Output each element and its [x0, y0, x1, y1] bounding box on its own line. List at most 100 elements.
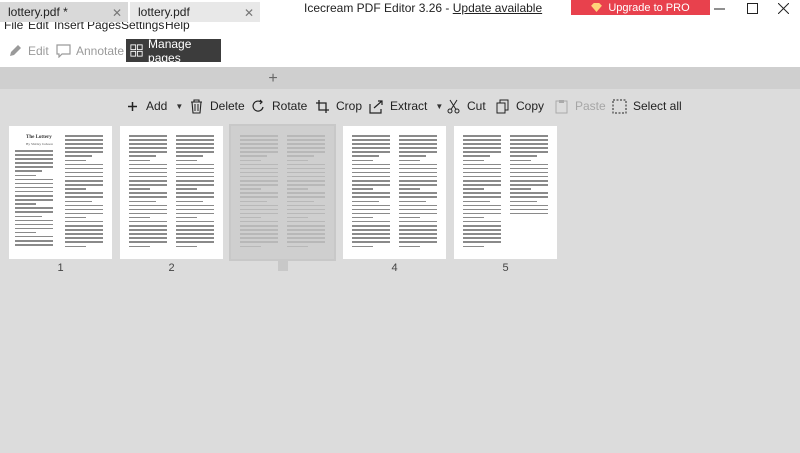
- text-line: [463, 229, 501, 231]
- text-line: [352, 188, 373, 190]
- text-line: [65, 151, 103, 153]
- cut-button[interactable]: Cut: [446, 97, 486, 115]
- scissors-icon: [447, 99, 460, 113]
- extract-button[interactable]: Extract ▼: [369, 97, 443, 115]
- rotate-button[interactable]: Rotate: [251, 97, 307, 115]
- text-line: [399, 237, 437, 239]
- text-line: [176, 188, 197, 190]
- text-line: [65, 245, 86, 248]
- text-line: [65, 184, 103, 186]
- tab-lottery[interactable]: lottery.pdf ✕: [130, 2, 260, 22]
- plus-icon: [128, 101, 137, 111]
- text-line: [176, 204, 214, 207]
- manage-pages-label: Manage pages: [148, 36, 192, 65]
- annotate-mode-button[interactable]: Annotate: [52, 39, 128, 62]
- paste-label: Paste: [575, 99, 606, 113]
- text-line: [399, 192, 437, 194]
- text-line: [287, 237, 325, 239]
- close-button[interactable]: [771, 0, 795, 16]
- page-thumbnail-1[interactable]: The Lottery By Shirley Jackson: [9, 126, 112, 259]
- page-thumbnail-3[interactable]: [229, 124, 336, 261]
- paste-button[interactable]: Paste: [554, 97, 606, 115]
- upgrade-to-pro-button[interactable]: Upgrade to PRO: [571, 0, 710, 15]
- page-thumbnail-2[interactable]: [120, 126, 223, 259]
- text-line: [15, 199, 53, 201]
- text-line: [129, 163, 167, 166]
- text-line: [352, 143, 390, 145]
- text-line: [352, 241, 390, 243]
- select-all-button[interactable]: Select all: [612, 97, 682, 115]
- text-line: [287, 196, 325, 198]
- add-button[interactable]: Add ▼: [125, 97, 183, 115]
- text-line: [463, 155, 490, 157]
- page-number: 2: [168, 262, 175, 274]
- text-line: [129, 147, 167, 149]
- text-line: [129, 171, 167, 174]
- text-line: [287, 151, 325, 153]
- text-line: [176, 241, 214, 243]
- maximize-button[interactable]: [740, 0, 764, 16]
- text-line: [15, 211, 53, 213]
- update-available-link[interactable]: Update available: [453, 1, 542, 15]
- text-line: [129, 204, 167, 207]
- text-line: [352, 208, 390, 211]
- text-line: [129, 184, 167, 186]
- close-tab-icon[interactable]: ✕: [244, 6, 254, 20]
- add-tab-button[interactable]: +: [262, 69, 284, 89]
- copy-button[interactable]: Copy: [495, 97, 544, 115]
- text-line: [65, 143, 103, 145]
- dropdown-caret-icon: ▼: [435, 101, 444, 111]
- edit-mode-button[interactable]: Edit: [4, 39, 53, 62]
- text-line: [15, 215, 42, 217]
- text-line: [15, 178, 53, 181]
- text-line: [352, 212, 390, 215]
- text-column: [65, 135, 103, 251]
- text-line: [129, 196, 167, 198]
- text-line: [463, 200, 490, 202]
- text-line: [463, 175, 501, 178]
- text-line: [510, 212, 548, 215]
- text-line: [352, 225, 390, 227]
- minimize-button[interactable]: [707, 0, 731, 16]
- title-separator: -: [442, 1, 453, 15]
- text-line: [287, 212, 325, 215]
- crop-button[interactable]: Crop: [315, 97, 362, 115]
- close-tab-icon[interactable]: ✕: [112, 6, 122, 20]
- text-line: [15, 231, 36, 234]
- text-line: [15, 162, 53, 164]
- text-line: [129, 192, 167, 194]
- text-line: [15, 150, 53, 152]
- annotate-mode-label: Annotate: [76, 43, 125, 58]
- grid-icon: [130, 44, 143, 57]
- text-line: [463, 167, 501, 170]
- page-thumbnail-5[interactable]: [454, 126, 557, 259]
- text-column: [463, 135, 501, 251]
- text-line: [129, 237, 167, 239]
- text-line: [399, 225, 437, 227]
- text-line: [176, 171, 214, 174]
- text-line: [129, 175, 167, 178]
- delete-button[interactable]: Delete: [189, 97, 245, 115]
- text-line: [463, 151, 501, 153]
- manage-pages-mode-button[interactable]: Manage pages: [126, 36, 221, 65]
- text-line: [399, 233, 437, 235]
- text-line: [463, 159, 484, 162]
- text-line: [240, 192, 278, 194]
- text-line: [176, 163, 214, 166]
- text-line: [65, 155, 92, 157]
- page-thumbnail-4[interactable]: [343, 126, 446, 259]
- text-line: [176, 147, 214, 149]
- text-column: [176, 135, 214, 251]
- maximize-icon: [746, 2, 758, 14]
- text-line: [287, 245, 308, 248]
- text-line: [15, 174, 36, 177]
- text-line: [352, 155, 379, 157]
- text-line: [287, 147, 325, 149]
- text-line: [65, 175, 103, 178]
- text-line: [510, 143, 548, 145]
- edit-mode-label: Edit: [28, 43, 49, 58]
- tab-lottery-modified[interactable]: lottery.pdf * ✕: [0, 2, 128, 22]
- text-line: [463, 171, 501, 174]
- text-line: [287, 163, 325, 166]
- text-line: [15, 244, 53, 246]
